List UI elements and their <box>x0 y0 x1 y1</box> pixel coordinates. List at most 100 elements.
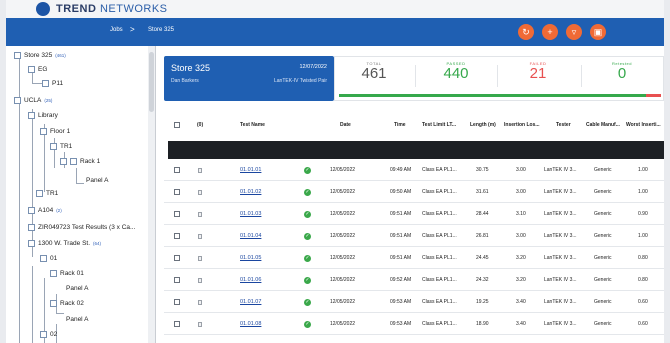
cell-time: 09:51 AM <box>390 211 412 217</box>
table-row[interactable]: 01.01.04 ✓ 12/05/2022 09:51 AM Class EA PL1.… <box>164 225 664 247</box>
row-checkbox[interactable] <box>174 189 180 195</box>
header-test-limit[interactable]: Test Limit LT... <box>422 122 456 128</box>
select-all-checkbox[interactable] <box>174 122 180 128</box>
cell-cable-manufacturer: Generic <box>594 189 612 195</box>
tree-node[interactable]: 02 <box>40 331 57 338</box>
tree-node[interactable]: UCLA (25) <box>14 97 52 104</box>
tree-node[interactable]: TR1 <box>36 190 58 197</box>
row-cell: Class EA PL1... <box>422 159 457 181</box>
row-cell <box>174 203 180 225</box>
test-stats-panel: TOTAL 461 PASSED 440 FAILED 21 Retested … <box>334 56 664 101</box>
row-checkbox[interactable] <box>174 277 180 283</box>
header-date[interactable]: Date <box>340 122 351 128</box>
row-cell <box>198 291 202 313</box>
toolbar-actions: ↻ + ▿ ▣ <box>518 24 606 40</box>
table-row[interactable]: 01.01.07 ✓ 12/05/2022 09:53 AM Class EA PL1.… <box>164 291 664 313</box>
tree-node[interactable]: P11 <box>42 80 63 87</box>
tree-node[interactable]: Panel A <box>86 177 108 184</box>
header-tester[interactable]: Tester <box>556 122 571 128</box>
row-cell <box>198 203 202 225</box>
row-cell: LanTEK IV 3... <box>544 225 577 247</box>
tree-node[interactable]: 01 <box>40 255 57 262</box>
cell-tester: LanTEK IV 3... <box>544 189 577 195</box>
row-cell: 18.90 <box>476 313 489 335</box>
folder-icon <box>28 224 35 231</box>
table-row[interactable]: 01.01.03 ✓ 12/05/2022 09:51 AM Class EA PL1.… <box>164 203 664 225</box>
header-insertion-loss[interactable]: Insertion Los... <box>504 122 540 128</box>
export-icon[interactable]: ▣ <box>590 24 606 40</box>
header-time[interactable]: Time <box>394 122 406 128</box>
test-name-link[interactable]: 01.01.08 <box>240 321 261 327</box>
test-name-link[interactable]: 01.01.02 <box>240 189 261 195</box>
row-cell <box>198 335 202 343</box>
header-test-name[interactable]: Test Name <box>240 122 265 128</box>
project-title: Store 325 <box>171 63 211 73</box>
row-cell: 0.80 <box>638 269 648 291</box>
test-name-link[interactable]: 01.01.07 <box>240 299 261 305</box>
header-length[interactable]: Length (m) <box>470 122 496 128</box>
folder-icon <box>60 158 67 165</box>
tree-node[interactable]: Rack 01 <box>50 270 84 277</box>
tree-node[interactable]: Panel A <box>66 285 88 292</box>
row-checkbox[interactable] <box>174 233 180 239</box>
table-row[interactable]: 01.01.06 ✓ 12/05/2022 09:52 AM Class EA PL1.… <box>164 269 664 291</box>
folder-icon <box>40 331 47 338</box>
test-name-link[interactable]: 01.01.04 <box>240 233 261 239</box>
row-checkbox[interactable] <box>174 321 180 327</box>
row-cell: LanTEK IV 3... <box>544 313 577 335</box>
row-cell: 26.81 <box>476 225 489 247</box>
tree-node[interactable]: A104 (2) <box>28 207 62 214</box>
cell-date: 12/05/2022 <box>330 299 356 305</box>
filter-icon[interactable]: ▿ <box>566 24 582 40</box>
row-cell: ✓ <box>304 159 311 181</box>
breadcrumb-jobs[interactable]: Jobs <box>110 27 123 33</box>
table-row[interactable]: 01.01.09 ✓ 12/05/2022 09:54 AM Class EA PL1.… <box>164 335 664 343</box>
row-cell: 0.60 <box>638 313 648 335</box>
table-filter-bar[interactable] <box>168 141 664 159</box>
row-checkbox[interactable] <box>174 255 180 261</box>
tree-node[interactable]: 1300 W. Trade St. (64) <box>28 240 101 247</box>
tree-node[interactable]: Floor 1 <box>40 128 70 135</box>
cell-length: 28.44 <box>476 211 489 217</box>
results-table-header: (0) Test Name Date Time Test Limit LT...… <box>164 118 664 132</box>
test-name-link[interactable]: 01.01.06 <box>240 277 261 283</box>
table-row[interactable]: 01.01.02 ✓ 12/05/2022 09:50 AM Class EA PL1.… <box>164 181 664 203</box>
row-checkbox[interactable] <box>174 299 180 305</box>
brand-logo[interactable]: TREND NETWORKS <box>36 2 168 16</box>
cell-date: 12/05/2022 <box>330 233 356 239</box>
tree-node[interactable]: Rack 1 <box>60 158 100 165</box>
table-row[interactable]: 01.01.05 ✓ 12/05/2022 09:51 AM Class EA PL1.… <box>164 247 664 269</box>
refresh-icon[interactable]: ↻ <box>518 24 534 40</box>
row-checkbox[interactable] <box>174 211 180 217</box>
row-checkbox[interactable] <box>174 167 180 173</box>
add-icon[interactable]: + <box>542 24 558 40</box>
tree-node[interactable]: Store 325 (461) <box>14 52 66 59</box>
row-cell: ✓ <box>304 313 311 335</box>
row-cell: ✓ <box>304 335 311 343</box>
cell-length: 26.81 <box>476 233 489 239</box>
tree-node[interactable]: Panel A <box>66 316 88 323</box>
tree-node[interactable]: EG <box>28 66 47 73</box>
header-worst-insertion[interactable]: Worst Inserti... <box>626 122 661 128</box>
pass-check-icon: ✓ <box>304 298 311 306</box>
header-cable-manufacturer[interactable]: Cable Manuf... <box>586 122 620 128</box>
tree-node[interactable]: TR1 <box>50 143 72 150</box>
stat-total: TOTAL 461 <box>361 61 387 82</box>
tree-node[interactable]: Rack 02 <box>50 300 84 307</box>
row-cell: ✓ <box>304 181 311 203</box>
cell-date: 12/05/2022 <box>330 277 356 283</box>
pass-check-icon: ✓ <box>304 232 311 240</box>
cell-length: 24.32 <box>476 277 489 283</box>
test-name-link[interactable]: 01.01.03 <box>240 211 261 217</box>
table-row[interactable]: 01.01.01 ✓ 12/05/2022 09:49 AM Class EA PL1.… <box>164 159 664 181</box>
tree-node[interactable]: Library <box>28 112 58 119</box>
tree-scrollbar-thumb[interactable] <box>149 52 154 112</box>
table-row[interactable]: 01.01.08 ✓ 12/05/2022 09:53 AM Class EA PL1.… <box>164 313 664 335</box>
test-name-link[interactable]: 01.01.05 <box>240 255 261 261</box>
tree-node[interactable]: ZIR049723 Test Results (3 x Ca... <box>28 224 135 231</box>
header-attachments[interactable]: (0) <box>197 122 203 128</box>
test-name-link[interactable]: 01.01.01 <box>240 167 261 173</box>
cell-cable-manufacturer: Generic <box>594 255 612 261</box>
row-cell: Class EA PL1... <box>422 247 457 269</box>
row-cell <box>174 247 180 269</box>
